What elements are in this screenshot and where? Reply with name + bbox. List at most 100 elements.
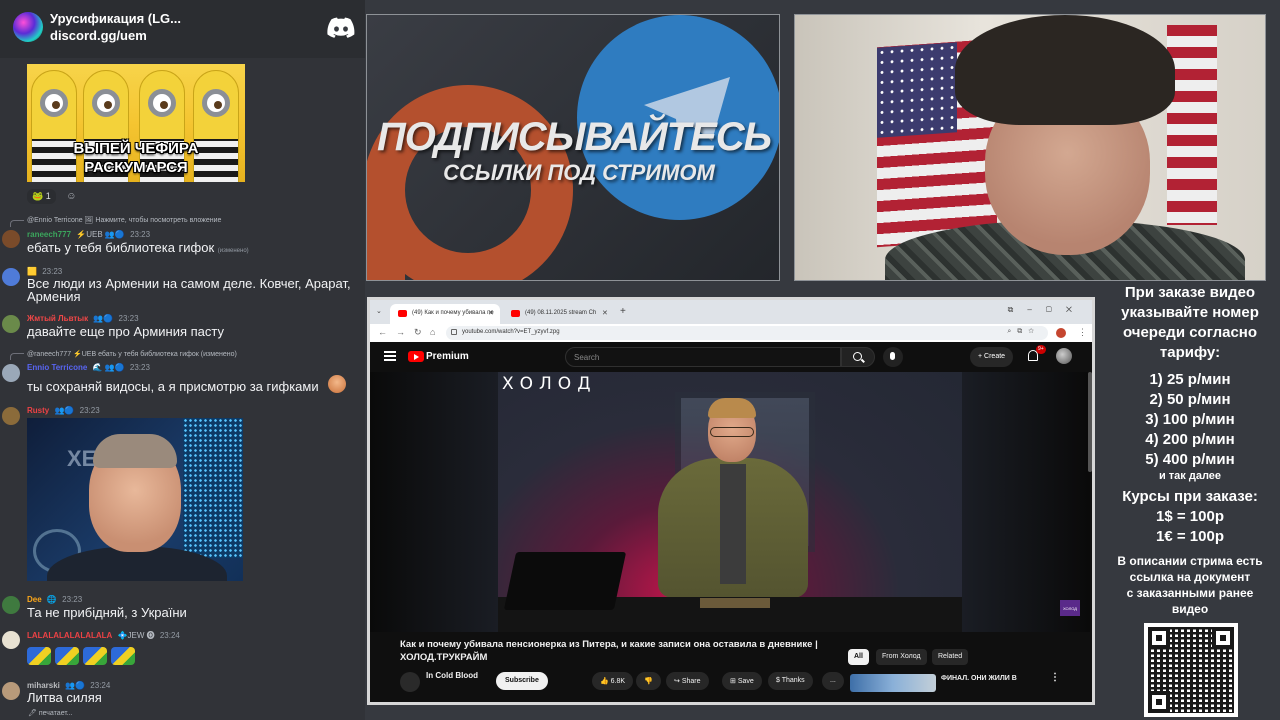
role-badge: 🌐	[46, 595, 57, 604]
microphone-icon[interactable]	[883, 347, 903, 367]
tariff-line: 2) 50 р/мин	[1149, 391, 1231, 408]
emoji-row	[27, 647, 139, 670]
role-badge: 🌊 👥🔵	[92, 363, 125, 372]
home-icon[interactable]: ⌂	[430, 327, 435, 337]
reply-preview[interactable]: @Ennio Terricone 🖼 Нажмите, чтобы посмот…	[27, 216, 221, 224]
username[interactable]: Ennio Terricone	[27, 363, 87, 372]
role-badge: 👥🔵	[93, 314, 114, 323]
browser-tab-active[interactable]: (49) Как и почему убивала пе	[390, 304, 500, 324]
filter-chip-channel[interactable]: From Холод	[876, 649, 927, 665]
youtube-search-input[interactable]: Search	[565, 347, 841, 367]
thanks-button[interactable]: $ Thanks	[768, 672, 813, 690]
profile-avatar[interactable]	[1056, 328, 1066, 338]
host-glasses	[710, 427, 754, 437]
save-button[interactable]: ⊞ Save	[722, 672, 762, 690]
rate-line: 1€ = 100р	[1156, 528, 1224, 545]
username[interactable]: Rusty	[27, 406, 49, 415]
chat-panel: Урусификация (LG... discord.gg/uem ВЫПЕЙ…	[0, 0, 365, 720]
recommended-menu-icon[interactable]: ⋮	[1050, 672, 1060, 683]
tariff-line: 5) 400 р/мин	[1145, 451, 1235, 468]
reply-preview[interactable]: @raneech777 ⚡UEB ебать у тебя библиотека…	[27, 350, 237, 358]
thanks-label: Thanks	[781, 677, 805, 684]
username[interactable]: raneech777	[27, 230, 71, 239]
share-button[interactable]: ↪ Share	[666, 672, 709, 690]
reload-icon[interactable]: ↻	[414, 327, 422, 338]
rate-line: 1$ = 100р	[1156, 508, 1224, 525]
filter-chip-all[interactable]: All	[848, 649, 869, 665]
avatar[interactable]	[2, 596, 20, 614]
avatar[interactable]	[2, 682, 20, 700]
back-icon[interactable]: ←	[378, 327, 387, 337]
reaction-gif[interactable]: XE	[27, 418, 243, 581]
window-controls[interactable]: ⧉–▢✕	[1008, 305, 1086, 315]
url-text: youtube.com/watch?v=ET_yzyvf.zpg	[462, 329, 560, 335]
reaction-chip[interactable]: 🐸 1	[27, 189, 56, 204]
message-meta: Rusty 👥🔵 23:23	[27, 406, 100, 415]
info-intro-line: При заказе видео	[1124, 284, 1256, 301]
avatar[interactable]	[2, 230, 20, 248]
role-badge: 🟨	[27, 267, 37, 276]
username[interactable]: LALALALALALALALA	[27, 631, 112, 640]
minions-gif[interactable]: ВЫПЕЙ ЧЕФИРА РАСКУМАРСЯ	[27, 64, 245, 182]
host-hair	[708, 398, 756, 418]
qr-code	[1144, 623, 1238, 717]
role-badge: 👥🔵	[54, 406, 75, 415]
avatar[interactable]	[2, 631, 20, 649]
scrollbar[interactable]	[1088, 372, 1092, 472]
channel-watermark[interactable]: ХОЛОД	[1060, 600, 1080, 616]
tab-search-icon[interactable]: ⌄	[376, 307, 382, 315]
us-flag-right	[1167, 25, 1217, 225]
video-player[interactable]: ХОЛОД ХОЛОД	[370, 372, 1090, 632]
create-button[interactable]: + Create	[970, 347, 1014, 367]
address-bar-tools[interactable]: ⌕⧉☆	[1007, 328, 1040, 336]
tariff-line: 3) 100 р/мин	[1145, 411, 1235, 428]
role-badge: ⚡UEB 👥🔵	[76, 230, 125, 239]
more-actions-button[interactable]: ...	[822, 672, 844, 690]
add-reaction-icon[interactable]: ☺	[66, 191, 76, 202]
forward-icon[interactable]: →	[396, 327, 405, 337]
new-tab-icon[interactable]: +	[620, 306, 626, 317]
promo-subtitle: ССЫЛКИ ПОД СТРИМОМ	[443, 160, 715, 185]
description-line: В описании стрима есть	[1117, 554, 1263, 568]
avatar[interactable]	[2, 268, 20, 286]
avatar[interactable]	[2, 315, 20, 333]
reaction-count: 1	[45, 191, 51, 201]
channel-name[interactable]: In Cold Blood	[426, 671, 478, 680]
browser-menu-icon[interactable]: ⋮	[1078, 327, 1087, 338]
qr-finder	[1148, 691, 1170, 713]
recommended-thumbnail[interactable]	[850, 674, 936, 692]
youtube-logo-icon[interactable]	[408, 351, 424, 362]
video-info: Как и почему убивала пенсионерка из Пите…	[370, 632, 1090, 702]
avatar[interactable]	[2, 364, 20, 382]
username[interactable]: miharski	[27, 681, 60, 690]
close-tab-icon[interactable]: ✕	[602, 309, 608, 317]
filter-chip-related[interactable]: Related	[932, 649, 969, 665]
recommended-title[interactable]: ФИНАЛ. ОНИ ЖИЛИ В	[941, 675, 1017, 682]
dislike-button[interactable]: 👎	[636, 672, 661, 690]
timestamp: 23:24	[90, 681, 111, 690]
youtube-brand[interactable]: Premium	[426, 351, 469, 362]
username[interactable]: Dee	[27, 595, 42, 604]
message-text: давайте еще про Арминия пасту	[27, 324, 225, 339]
message-meta: 🟨 23:23	[27, 267, 62, 276]
avatar[interactable]	[2, 407, 20, 425]
site-info-icon[interactable]	[451, 329, 457, 335]
address-bar[interactable]: youtube.com/watch?v=ET_yzyvf.zpg ⌕⧉☆	[446, 326, 1048, 340]
username[interactable]: Жмтый Львтык	[27, 314, 88, 323]
message-meta: Ennio Terricone 🌊 👥🔵 23:23	[27, 363, 150, 372]
like-button[interactable]: 👍 6.8K	[592, 672, 634, 690]
subscribe-button[interactable]: Subscribe	[496, 672, 548, 690]
server-invite-link[interactable]: discord.gg/uem	[50, 28, 147, 43]
description-line: с заказанными ранее	[1126, 586, 1254, 600]
close-tab-icon[interactable]: ✕	[488, 309, 494, 317]
browser-tab[interactable]: (49) 08.11.2025 stream Ch	[503, 304, 615, 324]
account-avatar[interactable]	[1056, 348, 1072, 364]
hamburger-menu-icon[interactable]	[384, 351, 396, 361]
info-intro-line: указывайте номер	[1121, 304, 1259, 321]
rates-title: Курсы при заказе:	[1122, 488, 1258, 505]
search-icon[interactable]	[841, 347, 875, 367]
message-meta: LALALALALALALALA 💠JEW 🅞 23:24	[27, 630, 180, 641]
streamer-hair	[955, 15, 1175, 125]
channel-avatar[interactable]	[400, 672, 420, 692]
server-icon	[13, 12, 43, 42]
